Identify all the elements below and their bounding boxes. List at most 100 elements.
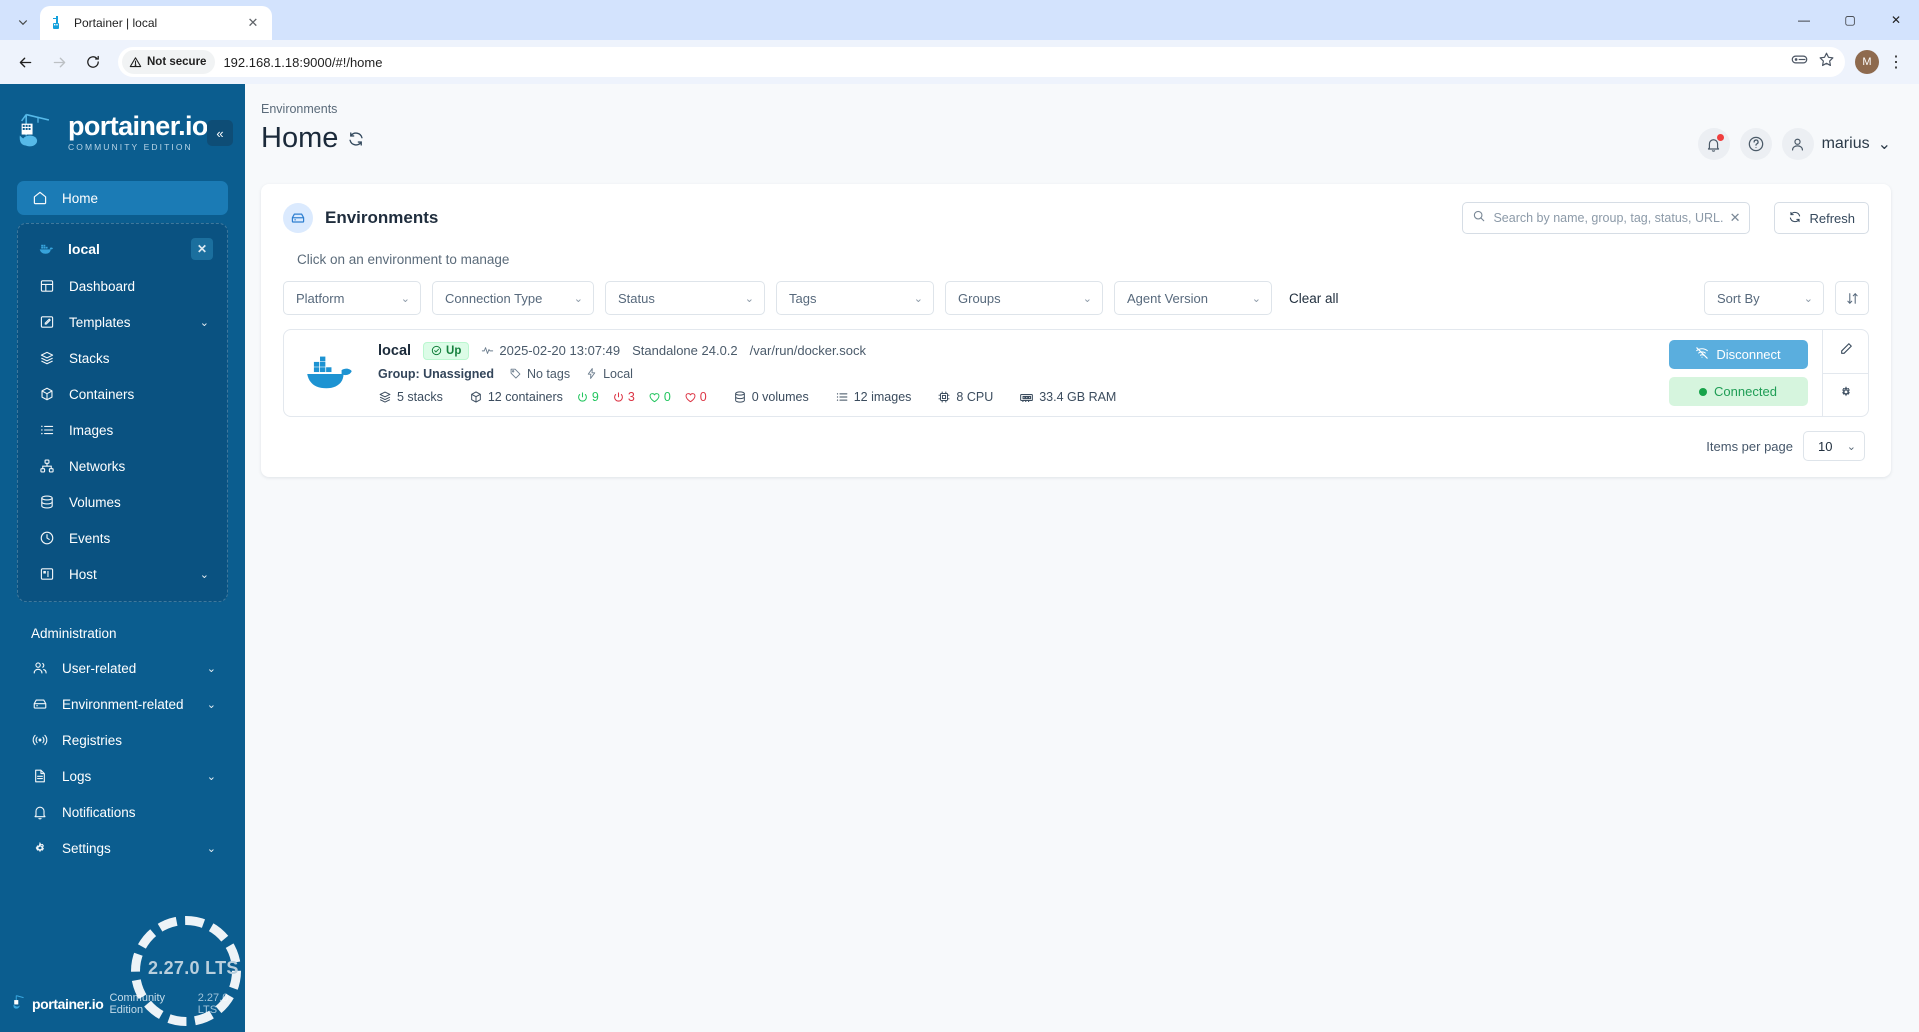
sidebar-item-notifications[interactable]: Notifications (17, 795, 228, 829)
omnibox[interactable]: Not secure 192.168.1.18:9000/#!/home (118, 47, 1845, 77)
browser-tab[interactable]: Portainer | local ✕ (40, 6, 272, 40)
star-icon[interactable] (1818, 51, 1835, 73)
volumes-icon (38, 494, 55, 511)
environment-group: Group: Unassigned (378, 366, 494, 381)
docker-icon (302, 352, 364, 394)
window-minimize-button[interactable]: — (1781, 0, 1827, 40)
sidebar-item-label: Stacks (69, 350, 110, 366)
help-button[interactable] (1739, 128, 1772, 160)
main-content: Environments Home marius ⌄ Environments … (245, 84, 1919, 1032)
sidebar-environment-header[interactable]: local ✕ (24, 231, 221, 267)
security-label: Not secure (147, 56, 207, 68)
browser-menu-icon[interactable]: ⋮ (1883, 52, 1909, 72)
sidebar-item-environment-related[interactable]: Environment-related ⌄ (17, 687, 228, 721)
environment-icon (283, 203, 313, 233)
filter-platform[interactable]: Platform ⌄ (283, 281, 421, 315)
stat-containers: 12 containers 9 3 0 0 (469, 390, 707, 404)
page-header: Environments Home marius ⌄ (245, 84, 1919, 160)
search-input[interactable] (1493, 211, 1723, 225)
user-menu[interactable]: marius ⌄ (1781, 128, 1891, 160)
filter-label: Connection Type (445, 290, 543, 306)
window-close-button[interactable]: ✕ (1873, 0, 1919, 40)
filter-status[interactable]: Status ⌄ (605, 281, 765, 315)
refresh-icon (1788, 210, 1802, 227)
back-icon[interactable] (10, 47, 40, 77)
environment-tags: No tags (509, 367, 570, 381)
stat-ram: 33.4 GB RAM (1019, 390, 1116, 405)
filter-label: Status (618, 290, 655, 306)
environment-row-main[interactable]: local Up 2025-02-20 13:07:49 Standalone … (284, 330, 1654, 416)
key-icon[interactable] (1791, 51, 1808, 73)
environment-info: local Up 2025-02-20 13:07:49 Standalone … (378, 341, 1654, 405)
registries-icon (31, 732, 48, 749)
pagination: Items per page 10 ⌄ (261, 417, 1891, 461)
sidebar: portainer.io COMMUNITY EDITION « Home lo… (0, 84, 245, 1032)
sidebar-item-home[interactable]: Home (17, 181, 228, 215)
clear-search-icon[interactable]: ✕ (1730, 210, 1741, 226)
search-box[interactable]: ✕ (1462, 202, 1751, 234)
window-maximize-button[interactable]: ▢ (1827, 0, 1873, 40)
sidebar-item-dashboard[interactable]: Dashboard (24, 269, 221, 303)
filter-tags[interactable]: Tags ⌄ (776, 281, 934, 315)
environment-last-seen-text: 2025-02-20 13:07:49 (499, 343, 621, 358)
environment-settings-button[interactable] (1823, 372, 1868, 417)
sidebar-item-networks[interactable]: Networks (24, 449, 221, 483)
header-actions: marius ⌄ (1697, 102, 1891, 160)
sidebar-item-user-related[interactable]: User-related ⌄ (17, 651, 228, 685)
refresh-button[interactable]: Refresh (1774, 202, 1869, 234)
notifications-button[interactable] (1697, 128, 1730, 160)
environment-edge: Local (585, 367, 633, 381)
sidebar-item-images[interactable]: Images (24, 413, 221, 447)
chevron-down-icon: ⌄ (1803, 292, 1813, 305)
sidebar-item-label: Host (69, 566, 97, 582)
tab-search-button[interactable] (8, 7, 38, 37)
environment-stats: 5 stacks 12 containers 9 3 0 0 0 volumes… (378, 390, 1654, 405)
disconnect-button[interactable]: Disconnect (1668, 340, 1808, 369)
close-icon[interactable]: ✕ (244, 14, 262, 32)
close-icon[interactable]: ✕ (191, 238, 213, 260)
refresh-icon[interactable] (347, 130, 365, 148)
sidebar-item-label: Networks (69, 458, 126, 474)
chevron-down-icon: ⌄ (206, 698, 216, 711)
sidebar-item-label: User-related (62, 660, 137, 676)
loading-spinner-version-text: 2.27.0 LTS (148, 958, 239, 978)
security-indicator[interactable]: Not secure (122, 50, 216, 74)
chevron-down-icon: ⌄ (1082, 292, 1092, 305)
clear-all-button[interactable]: Clear all (1283, 291, 1345, 306)
sidebar-item-stacks[interactable]: Stacks (24, 341, 221, 375)
sort-by-select[interactable]: Sort By ⌄ (1704, 281, 1824, 315)
sidebar-item-host[interactable]: Host ⌄ (24, 557, 221, 591)
browser-profile-avatar[interactable]: M (1855, 50, 1879, 74)
sidebar-environment-name: local (68, 241, 100, 257)
sidebar-environment-group: local ✕ Dashboard Templates ⌄ Stacks Con… (17, 223, 228, 602)
filter-groups[interactable]: Groups ⌄ (945, 281, 1103, 315)
sidebar-item-volumes[interactable]: Volumes (24, 485, 221, 519)
sidebar-item-registries[interactable]: Registries (17, 723, 228, 757)
sidebar-item-containers[interactable]: Containers (24, 377, 221, 411)
filter-agent-version[interactable]: Agent Version ⌄ (1114, 281, 1272, 315)
containers-icon (38, 386, 55, 403)
chevron-down-icon[interactable]: ⌄ (1878, 134, 1891, 154)
stat-containers-stopped: 3 (612, 390, 635, 404)
sidebar-collapse-button[interactable]: « (207, 120, 233, 146)
page-title: Home (261, 122, 365, 155)
sidebar-item-templates[interactable]: Templates ⌄ (24, 305, 221, 339)
filter-connection-type[interactable]: Connection Type ⌄ (432, 281, 594, 315)
sidebar-logo-subtitle: COMMUNITY EDITION (68, 142, 193, 153)
events-icon (38, 530, 55, 547)
sidebar-item-events[interactable]: Events (24, 521, 221, 555)
environment-row[interactable]: local Up 2025-02-20 13:07:49 Standalone … (283, 329, 1869, 417)
sort-direction-button[interactable] (1835, 281, 1869, 315)
sidebar-item-label: Templates (69, 314, 131, 330)
portainer-logo-icon (18, 108, 58, 157)
sidebar-item-settings[interactable]: Settings ⌄ (17, 831, 228, 865)
sidebar-footer-edition: Community Edition (109, 992, 166, 1016)
sidebar-footer: portainer.io Community Edition 2.27.0 LT… (0, 992, 245, 1016)
browser-tab-strip: Portainer | local ✕ — ▢ ✕ (0, 0, 1919, 40)
edit-environment-button[interactable] (1823, 330, 1868, 373)
sidebar-item-logs[interactable]: Logs ⌄ (17, 759, 228, 793)
reload-icon[interactable] (78, 47, 108, 77)
items-per-page-select[interactable]: 10 ⌄ (1803, 431, 1865, 461)
stacks-icon (38, 350, 55, 367)
stat-unhealthy-value: 0 (699, 390, 707, 404)
